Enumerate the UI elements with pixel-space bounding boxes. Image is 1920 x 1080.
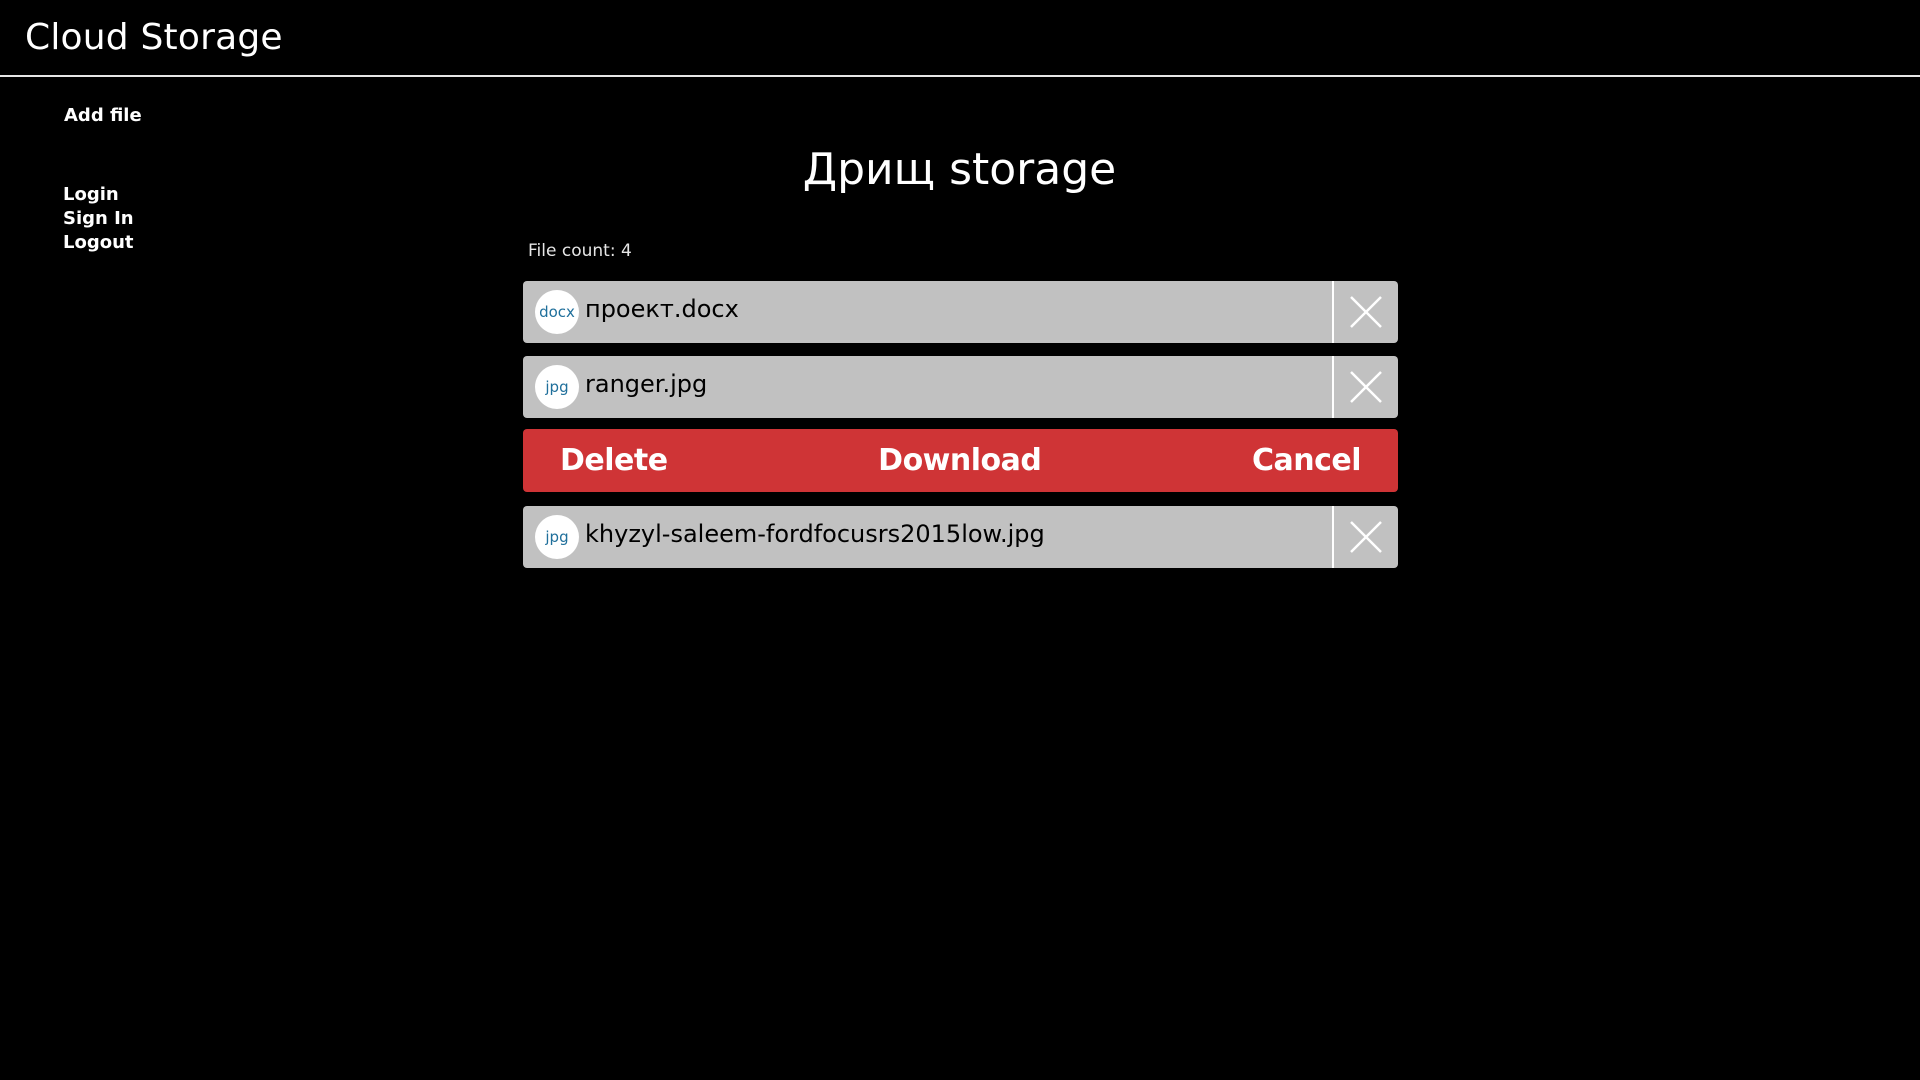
file-name[interactable]: ranger.jpg [585,369,1332,399]
close-x-icon [1350,371,1382,403]
close-x-icon [1350,296,1382,328]
file-row[interactable]: docx проект.docx [523,281,1398,343]
login-link[interactable]: Login [63,183,134,207]
remove-file-button[interactable] [1332,506,1398,568]
sign-in-link[interactable]: Sign In [63,207,134,231]
remove-file-button[interactable] [1332,356,1398,418]
download-button[interactable]: Download [878,443,1042,478]
file-type-icon: jpg [535,365,579,409]
logout-link[interactable]: Logout [63,231,134,255]
file-action-bar: Delete Download Cancel [523,429,1398,492]
file-row[interactable]: jpg khyzyl-saleem-fordfocusrs2015low.jpg [523,506,1398,568]
file-name[interactable]: проект.docx [585,294,1332,324]
page-title: Дрищ storage [802,144,1117,195]
auth-links: Login Sign In Logout [63,183,134,255]
app-title: Cloud Storage [25,17,283,58]
remove-file-button[interactable] [1332,281,1398,343]
add-file-link[interactable]: Add file [64,105,142,127]
file-name[interactable]: khyzyl-saleem-fordfocusrs2015low.jpg [585,519,1332,549]
cancel-button[interactable]: Cancel [1252,443,1362,478]
file-type-icon: docx [535,290,579,334]
delete-button[interactable]: Delete [560,443,668,478]
file-row[interactable]: jpg ranger.jpg [523,356,1398,418]
file-type-icon: jpg [535,515,579,559]
file-count: File count: 4 [528,241,632,261]
close-x-icon [1350,521,1382,553]
app-header: Cloud Storage [0,0,1920,77]
